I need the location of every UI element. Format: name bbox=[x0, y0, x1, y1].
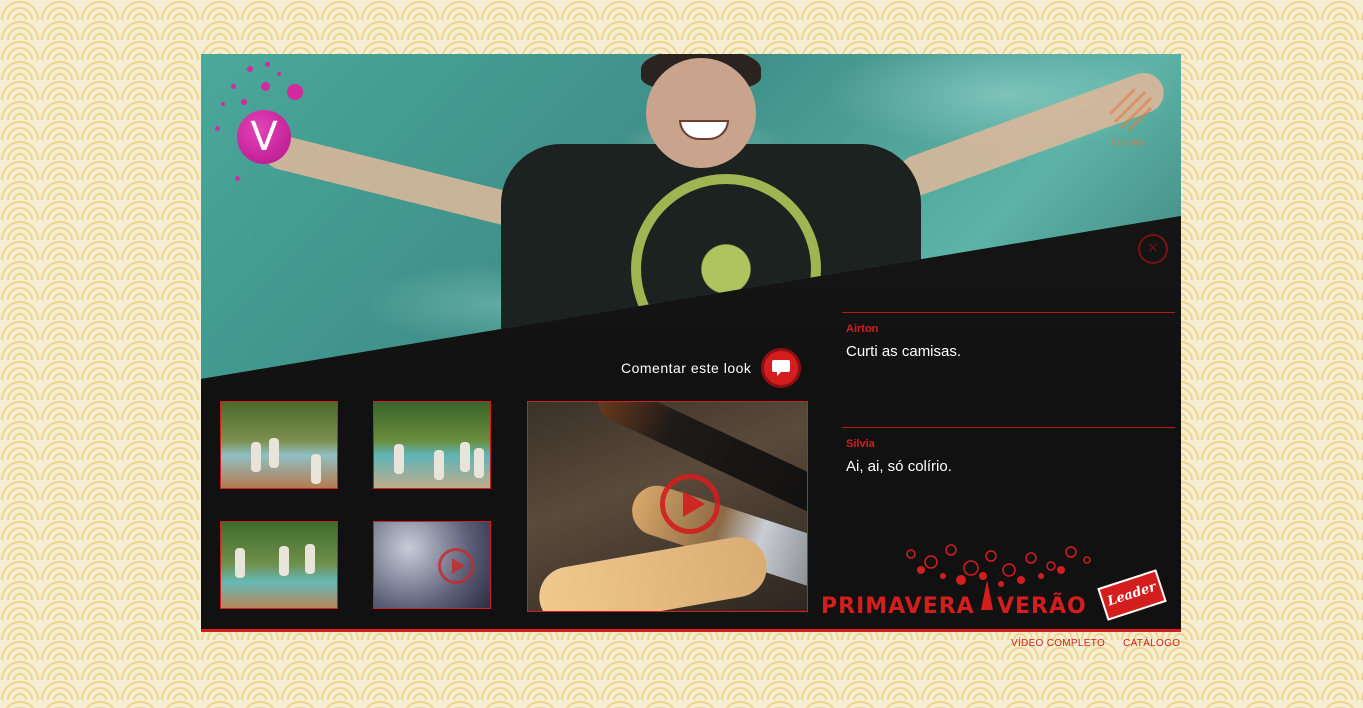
comment-text: Ai, ai, só colírio. bbox=[846, 458, 952, 475]
close-icon[interactable]: × bbox=[1138, 234, 1168, 264]
comment-look-label: Comentar este look bbox=[621, 360, 752, 376]
play-icon bbox=[438, 548, 474, 584]
video-completo-link[interactable]: VÍDEO COMPLETO bbox=[1011, 638, 1105, 649]
comment-author: Silvia bbox=[846, 438, 875, 450]
video-thumbnail-2[interactable] bbox=[373, 401, 491, 489]
video-thumbnail-4[interactable] bbox=[373, 521, 491, 609]
collection-title: PRIMAVERA VERÃO bbox=[821, 594, 1086, 619]
main-video-player[interactable] bbox=[527, 401, 808, 612]
collection-word-verao: VERÃO bbox=[997, 594, 1087, 619]
comment-look-button[interactable]: Comentar este look bbox=[621, 348, 802, 388]
stage-bottom-line bbox=[201, 629, 1181, 632]
collection-word-primavera: PRIMAVERA bbox=[821, 594, 975, 619]
video-thumbnail-3[interactable] bbox=[220, 521, 338, 609]
cartoes-icon[interactable] bbox=[1105, 84, 1155, 134]
comments-list: Airton Curti as camisas. Silvia Ai, ai, … bbox=[842, 312, 1175, 542]
lookbook-stage: V Cartões × Comentar este look Airton Cu… bbox=[201, 54, 1181, 632]
comment-item: Silvia Ai, ai, só colírio. bbox=[842, 427, 1175, 542]
comment-item: Airton Curti as camisas. bbox=[842, 312, 1175, 427]
comment-bubble-icon bbox=[761, 348, 802, 388]
comment-text: Curti as camisas. bbox=[846, 343, 962, 360]
comment-author: Airton bbox=[846, 323, 879, 335]
v-logo-icon: V bbox=[237, 110, 291, 164]
video-thumbnail-1[interactable] bbox=[220, 401, 338, 489]
footer-links: VÍDEO COMPLETO CATÁLOGO bbox=[1011, 638, 1180, 649]
cartoes-label: Cartões bbox=[1111, 138, 1146, 148]
play-icon[interactable] bbox=[660, 474, 720, 534]
catalogo-link[interactable]: CATÁLOGO bbox=[1123, 638, 1180, 649]
